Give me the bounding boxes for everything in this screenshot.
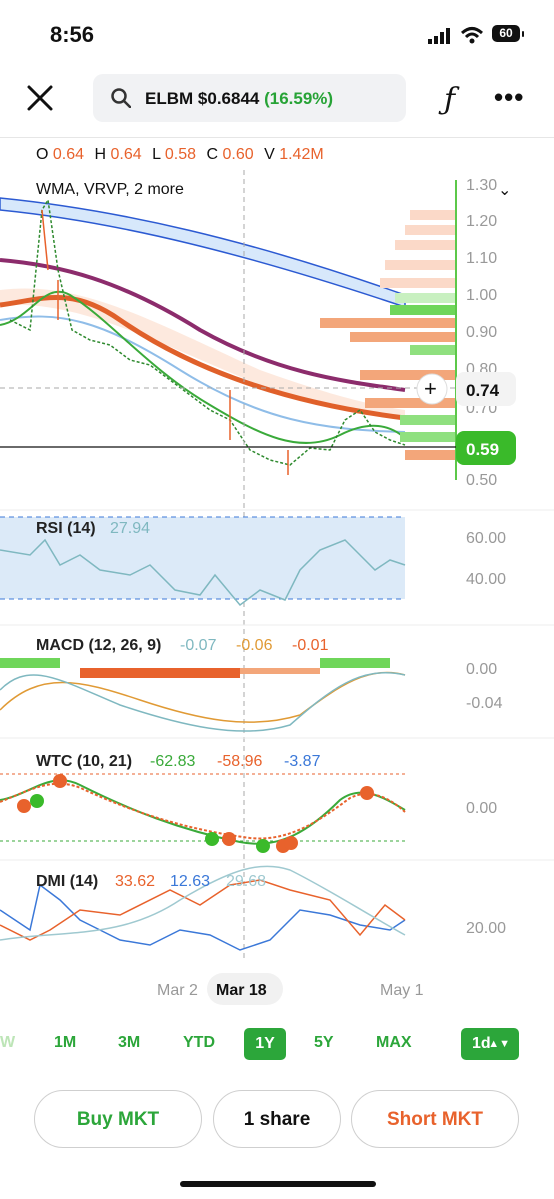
macd-tick: 0.00 bbox=[466, 661, 497, 678]
more-icon[interactable]: ••• bbox=[494, 82, 524, 113]
volume-value: 1.42M bbox=[279, 146, 324, 163]
price-tick: 1.00 bbox=[466, 287, 497, 304]
x-tick: Mar 2 bbox=[157, 982, 198, 999]
wtc-line bbox=[0, 779, 406, 845]
close-value: 0.60 bbox=[222, 146, 254, 163]
wtc-value: -62.83 bbox=[150, 753, 195, 770]
rsi-tick: 40.00 bbox=[466, 571, 506, 588]
rsi-tick: 60.00 bbox=[466, 530, 506, 547]
current-price: 0.59 bbox=[466, 440, 499, 459]
price: $0.6844 bbox=[197, 89, 260, 108]
buy-button[interactable]: Buy MKT bbox=[34, 1090, 202, 1148]
dmi-minus-value: 33.62 bbox=[115, 873, 155, 890]
macd-value: -0.07 bbox=[180, 637, 217, 654]
battery-icon: 60 bbox=[492, 25, 524, 42]
price-tick: 0.50 bbox=[466, 472, 497, 489]
vrvp-histogram bbox=[320, 210, 455, 460]
high-value: 0.64 bbox=[110, 146, 142, 163]
low-label: L bbox=[152, 146, 161, 163]
vrvp-axis bbox=[455, 180, 457, 480]
rsi-label: RSI (14) bbox=[36, 520, 96, 537]
interval-select[interactable]: 1d ▲▼ bbox=[461, 1028, 519, 1060]
macd-histogram bbox=[0, 658, 390, 678]
macd-signal-value: -0.06 bbox=[236, 637, 273, 654]
volume-label: V bbox=[264, 146, 275, 163]
wma-light-blue bbox=[0, 315, 406, 433]
cellular-signal-icon bbox=[428, 28, 450, 44]
wtc-tick: 0.00 bbox=[466, 800, 497, 817]
price-tick: 0.90 bbox=[466, 324, 497, 341]
dmi-plus-value: 12.63 bbox=[170, 873, 210, 890]
timeframe-w[interactable]: W bbox=[0, 1034, 15, 1052]
home-indicator bbox=[180, 1181, 376, 1187]
search-bar[interactable]: ELBM $0.6844 (16.59%) bbox=[93, 74, 406, 122]
divider bbox=[0, 137, 554, 138]
status-time: 8:56 bbox=[50, 22, 95, 47]
macd-hist-value: -0.01 bbox=[292, 637, 329, 654]
timeframe-1m[interactable]: 1M bbox=[54, 1034, 76, 1052]
search-icon bbox=[111, 88, 131, 108]
macd-label: MACD (12, 26, 9) bbox=[36, 637, 161, 654]
short-button[interactable]: Short MKT bbox=[351, 1090, 519, 1148]
dmi-adx-value: 29.68 bbox=[226, 873, 266, 890]
rsi-value: 27.94 bbox=[110, 520, 150, 537]
close-label: C bbox=[206, 146, 219, 163]
crosshair-price: 0.74 bbox=[466, 381, 500, 400]
open-value: 0.64 bbox=[52, 146, 85, 163]
price-tick: 1.10 bbox=[466, 250, 497, 267]
wtc-diff-value: -3.87 bbox=[284, 753, 321, 770]
macd-line bbox=[0, 672, 406, 732]
timeframe-max[interactable]: MAX bbox=[376, 1034, 412, 1052]
dmi-tick: 20.00 bbox=[466, 920, 506, 937]
function-icon[interactable]: ƒ bbox=[444, 82, 455, 117]
ticker: ELBM bbox=[145, 89, 194, 108]
wtc-label: WTC (10, 21) bbox=[36, 753, 132, 770]
price-tick: 1.30 bbox=[466, 177, 497, 194]
plus-icon[interactable]: + bbox=[424, 376, 437, 401]
timeframe-ytd[interactable]: YTD bbox=[183, 1034, 215, 1052]
high-label: H bbox=[94, 146, 107, 163]
dmi-label: DMI (14) bbox=[36, 873, 98, 890]
timeframe-1y[interactable]: 1Y bbox=[244, 1028, 286, 1060]
open-label: O bbox=[36, 146, 49, 163]
timeframe-3m[interactable]: 3M bbox=[118, 1034, 140, 1052]
quantity-button[interactable]: 1 share bbox=[213, 1090, 341, 1148]
x-tick: May 1 bbox=[380, 982, 424, 999]
wtc-signal bbox=[0, 782, 406, 840]
close-icon[interactable] bbox=[26, 84, 54, 112]
search-text: ELBM $0.6844 (16.59%) bbox=[145, 89, 333, 109]
wtc-signal-value: -58.96 bbox=[217, 753, 262, 770]
ohlcv-row: O 0.64 H 0.64 L 0.58 C 0.60 V 1.42M bbox=[36, 146, 330, 164]
updown-icon: ▲▼ bbox=[488, 1038, 510, 1050]
chart-canvas[interactable]: 1.30 1.20 1.10 1.00 0.90 0.80 0.70 0.50 … bbox=[0, 170, 554, 1010]
x-crosshair-date: Mar 18 bbox=[216, 982, 267, 999]
wifi-icon bbox=[460, 27, 484, 44]
wma-band-upper bbox=[0, 197, 406, 309]
price-change: (16.59%) bbox=[264, 89, 334, 108]
price-tick: 1.20 bbox=[466, 213, 497, 230]
low-value: 0.58 bbox=[164, 146, 197, 163]
timeframe-5y[interactable]: 5Y bbox=[314, 1034, 334, 1052]
macd-tick: -0.04 bbox=[466, 695, 503, 712]
